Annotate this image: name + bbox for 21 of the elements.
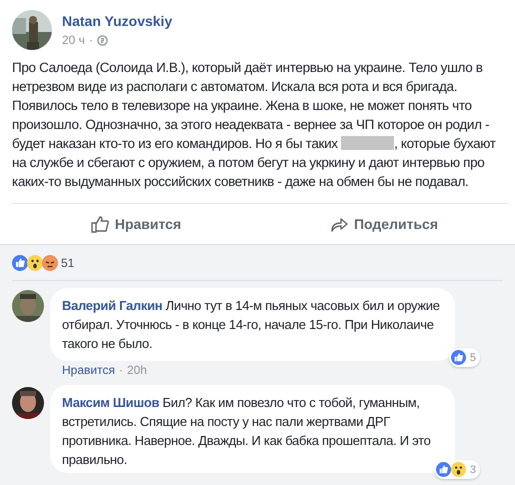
post-text: Про Салоеда (Солоида И.В.), который даёт интервью на украине. Тело ушло в нетрезвом виде из располаги с автоматом. Искала вся рота и вся бригада. Появилось тело в телевизоре на украине. Жена в шоке, не может понять что произошло. Однозначно, за этого неадеквата - вернее за ЧП которое он родил - будет наказан кто-то из его командиров. Но я бы таких , которые бухают на службе и сбегают с оружием, а потом бегут на укркину и дают интервью про каких-то выдуманных российских советникв - даже на обмен бы не подавал. xyxy=(12,59,497,191)
like-reaction-icon xyxy=(436,462,451,477)
wow-reaction-icon xyxy=(450,462,466,477)
like-reaction-icon xyxy=(450,350,466,365)
like-button[interactable]: Нравится xyxy=(12,204,260,244)
author-name[interactable]: Natan Yuzovskiy xyxy=(62,13,172,29)
comment-reactions[interactable]: 3 xyxy=(434,460,480,479)
reaction-count[interactable]: 51 xyxy=(61,256,74,270)
comment-text: Валерий Галкин Лично тут в 14-м пьяных часовых бил и оружие отбирал. Уточнюсь - в конце 14-го, начале 15-го. При Николаиче такого не было. xyxy=(62,297,441,353)
globe-icon xyxy=(96,34,108,46)
post-time[interactable]: 20 ч xyxy=(62,33,85,47)
share-button[interactable]: Поделиться xyxy=(260,204,508,244)
separator: · xyxy=(118,363,123,377)
like-reaction-icon xyxy=(12,255,28,271)
separator: · xyxy=(88,33,93,47)
comment-reactions[interactable]: 5 xyxy=(448,348,480,367)
comment-text: Максим Шишов Бил? Как им повезло что с тобой, гуманным, встретились. Спящие на посту у нас пали жертвами ДРГ противника. Наверное. Дважды. И как бабка прошептала. И это правильно. xyxy=(62,394,432,469)
angry-reaction-icon xyxy=(42,255,58,271)
thumbs-up-icon xyxy=(90,215,109,233)
wow-reaction-icon xyxy=(27,255,43,271)
like-link[interactable]: Нравится xyxy=(62,363,115,377)
